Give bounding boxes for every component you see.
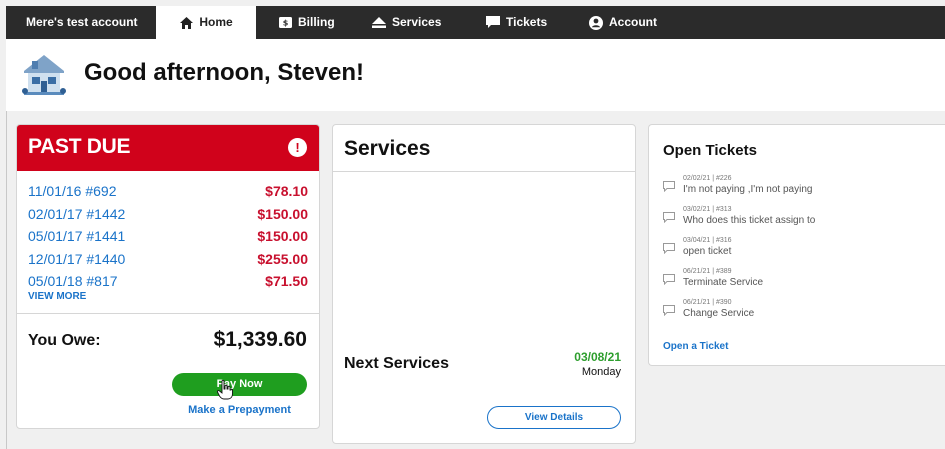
greeting-header: Good afternoon, Steven! [6,39,945,111]
comment-icon [663,303,675,321]
invoice-link[interactable]: 05/01/17 #1441 [28,228,125,244]
ticket-item[interactable]: 03/02/21 | #313 Who does this ticket ass… [663,206,943,237]
home-icon [179,16,193,30]
invoice-row: 11/01/16 #692 $78.10 [28,180,308,203]
nav-tab-label: Services [392,15,442,29]
divider [333,171,635,172]
ticket-item[interactable]: 06/21/21 | #390 Change Service [663,299,943,330]
ticket-subject: Change Service [683,308,755,319]
invoice-amount: $255.00 [257,250,308,267]
next-services-label: Next Services [344,355,449,372]
ticket-subject: I'm not paying ,I'm not paying [683,184,813,195]
invoice-amount: $78.10 [265,183,308,200]
invoice-row: 02/01/17 #1442 $150.00 [28,203,308,226]
ticket-subject: Who does this ticket assign to [683,215,816,226]
invoice-link[interactable]: 05/01/18 #817 [28,273,118,289]
ticket-item[interactable]: 02/02/21 | #226 I'm not paying ,I'm not … [663,175,943,206]
invoice-link[interactable]: 11/01/16 #692 [28,183,117,199]
ticket-item[interactable]: 06/21/21 | #389 Terminate Service [663,268,943,299]
house-icon [20,51,68,102]
pay-now-button[interactable]: Pay Now [172,373,307,396]
ticket-subject: open ticket [683,246,732,257]
svg-text:$: $ [282,19,288,28]
ticket-meta: 06/21/21 | #390 [683,299,732,306]
top-nav: Mere's test account Home $ Billing Servi… [6,6,945,39]
comment-icon [663,272,675,290]
account-name-label: Mere's test account [26,15,138,29]
ticket-item[interactable]: 03/04/21 | #316 open ticket [663,237,943,268]
make-prepayment-link[interactable]: Make a Prepayment [172,404,307,416]
ticket-subject: Terminate Service [683,277,764,288]
services-card: Services Next Services 03/08/21 Monday V… [332,124,636,444]
invoice-link[interactable]: 12/01/17 #1440 [28,251,125,267]
nav-account-name[interactable]: Mere's test account [26,6,138,39]
tickets-icon [486,16,500,30]
you-owe-amount: $1,339.60 [213,328,307,351]
open-tickets-title: Open Tickets [663,142,757,159]
view-details-button[interactable]: View Details [487,406,621,429]
view-more-link[interactable]: VIEW MORE [28,291,86,302]
ticket-meta: 06/21/21 | #389 [683,268,732,275]
services-title: Services [344,137,431,160]
page-title: Good afternoon, Steven! [84,59,365,86]
open-a-ticket-link[interactable]: Open a Ticket [663,341,728,352]
comment-icon [663,210,675,228]
next-service-day: Monday [581,366,621,378]
invoice-row: 05/01/17 #1441 $150.00 [28,225,308,248]
invoice-row: 12/01/17 #1440 $255.00 [28,248,308,271]
ticket-list: 02/02/21 | #226 I'm not paying ,I'm not … [663,175,943,330]
past-due-header: PAST DUE ! [17,125,319,171]
nav-tab-label: Tickets [506,15,548,29]
past-due-invoice-list: 11/01/16 #692 $78.10 02/01/17 #1442 $150… [28,180,308,293]
nav-tab-label: Billing [298,15,335,29]
comment-icon [663,241,675,259]
hand-cursor-icon [216,379,233,405]
invoice-amount: $71.50 [265,273,308,290]
open-tickets-card: Open Tickets 02/02/21 | #226 I'm not pay… [648,124,945,366]
nav-tab-label: Account [609,15,657,29]
ticket-meta: 03/02/21 | #313 [683,206,732,213]
nav-tab-home[interactable]: Home [156,6,256,39]
divider [17,313,319,314]
alert-icon: ! [288,138,307,157]
nav-tab-label: Home [199,15,233,29]
nav-tab-account[interactable]: Account [589,6,657,39]
services-icon [372,16,386,30]
comment-icon [663,179,675,197]
next-service-date: 03/08/21 [574,350,621,364]
nav-tab-billing[interactable]: $ Billing [278,6,335,39]
account-icon [589,15,603,30]
past-due-card: PAST DUE ! 11/01/16 #692 $78.10 02/01/17… [16,124,320,429]
invoice-amount: $150.00 [257,228,308,245]
nav-tab-services[interactable]: Services [372,6,441,39]
billing-icon: $ [278,16,292,30]
nav-tab-tickets[interactable]: Tickets [486,6,547,39]
you-owe-label: You Owe: [28,332,101,349]
invoice-row: 05/01/18 #817 $71.50 [28,270,308,293]
invoice-link[interactable]: 02/01/17 #1442 [28,206,125,222]
ticket-meta: 03/04/21 | #316 [683,237,732,244]
past-due-title: PAST DUE [28,135,131,158]
ticket-meta: 02/02/21 | #226 [683,175,732,182]
invoice-amount: $150.00 [257,205,308,222]
